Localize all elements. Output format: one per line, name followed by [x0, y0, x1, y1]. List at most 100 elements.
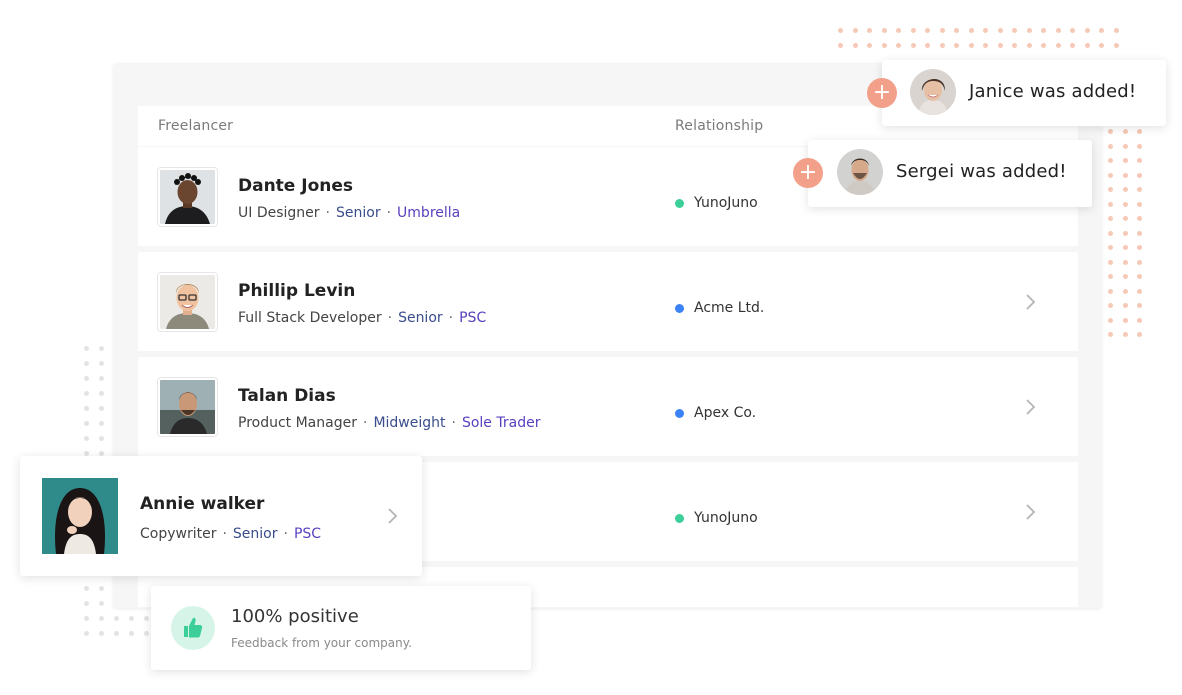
notification-text: Sergei was added! — [896, 161, 1067, 182]
freelancer-meta: Product Manager · Midweight · Sole Trader — [238, 415, 540, 431]
decorative-dot — [939, 28, 945, 33]
decorative-dot — [968, 28, 974, 33]
decorative-dot — [881, 28, 887, 33]
decorative-dot — [1137, 158, 1142, 163]
decorative-dot — [1070, 42, 1075, 48]
decorative-dot — [983, 42, 988, 48]
decorative-dot — [867, 42, 872, 48]
chevron-right-icon[interactable] — [1020, 502, 1040, 522]
freelancer-name[interactable]: Phillip Levin — [238, 281, 355, 301]
plus-icon[interactable]: + — [793, 158, 823, 188]
decorative-dot — [1108, 332, 1113, 337]
decorative-dot — [1108, 317, 1113, 323]
decorative-dot — [99, 601, 104, 606]
plus-icon[interactable]: + — [867, 78, 897, 108]
notification-sergei-added: Sergei was added! — [808, 140, 1092, 207]
decorative-dot — [1137, 216, 1142, 221]
notification-text: Janice was added! — [969, 81, 1137, 102]
avatar — [42, 478, 118, 554]
separator: · — [325, 205, 330, 221]
decorative-dot — [99, 436, 104, 441]
separator: · — [387, 310, 393, 326]
thumbs-up-icon — [171, 606, 215, 650]
decorative-dot — [954, 28, 959, 33]
role: UI Designer — [238, 205, 320, 221]
decorative-dot — [1108, 129, 1113, 134]
table-row[interactable]: Talan Dias Product Manager · Midweight · Sol… — [138, 357, 1078, 456]
freelancer-name[interactable]: Talan Dias — [238, 386, 336, 406]
avatar — [158, 378, 217, 436]
chevron-right-icon[interactable] — [382, 506, 402, 526]
decorative-dot — [1113, 42, 1119, 48]
decorative-dot — [84, 361, 89, 366]
decorative-dot — [99, 586, 104, 591]
decorative-dot — [954, 42, 959, 48]
role: Copywriter — [140, 526, 217, 542]
chevron-right-icon[interactable] — [1020, 397, 1040, 417]
decorative-dot — [84, 406, 89, 411]
decorative-dot — [1108, 288, 1113, 294]
engagement-type: Sole Trader — [461, 415, 541, 431]
decorative-dot — [1122, 230, 1128, 236]
decorative-dot — [1108, 158, 1113, 163]
decorative-dot — [1122, 303, 1128, 308]
company-name: Acme Ltd. — [694, 300, 765, 316]
decorative-dot — [1122, 288, 1128, 294]
decorative-dot — [1108, 245, 1113, 250]
decorative-dot — [1108, 201, 1113, 207]
feedback-title: 100% positive — [231, 606, 359, 627]
decorative-dot — [1137, 245, 1142, 250]
decorative-dot — [1012, 28, 1017, 33]
decorative-dot — [1122, 317, 1128, 323]
decorative-dot — [1122, 245, 1128, 250]
chevron-right-icon[interactable] — [1020, 292, 1040, 312]
decorative-dot — [1122, 172, 1128, 178]
company-name: YunoJuno — [694, 510, 758, 526]
freelancer-name[interactable]: Annie walker — [140, 494, 264, 514]
decorative-dot — [99, 406, 104, 411]
engagement-type: PSC — [293, 526, 322, 542]
decorative-dot — [838, 42, 843, 48]
decorative-dot — [925, 42, 930, 48]
column-header-freelancer: Freelancer — [158, 118, 234, 134]
decorative-dot — [1108, 172, 1113, 178]
decorative-dot — [144, 616, 149, 621]
decorative-dot — [939, 42, 945, 48]
avatar — [910, 69, 956, 115]
decorative-dot — [99, 421, 104, 426]
status-dot — [675, 408, 684, 418]
decorative-dot — [1137, 288, 1142, 294]
decorative-dot — [867, 28, 872, 33]
freelancer-meta: Copywriter · Senior · PSC — [140, 526, 321, 542]
avatar — [158, 168, 217, 226]
decorative-dot — [1108, 230, 1113, 236]
decorative-dot — [1122, 216, 1128, 221]
feedback-card: 100% positive Feedback from your company… — [151, 586, 531, 670]
company-name: Apex Co. — [694, 405, 757, 421]
decorative-dot — [968, 42, 974, 48]
decorative-dot — [84, 391, 89, 396]
decorative-dot — [1099, 28, 1104, 33]
decorative-dot — [99, 391, 104, 396]
decorative-dot — [1108, 143, 1113, 149]
decorative-dot — [896, 42, 901, 48]
decorative-dot — [1055, 42, 1061, 48]
decorative-dot — [84, 421, 89, 426]
relationship: YunoJuno — [675, 195, 758, 211]
decorative-dot — [1026, 42, 1032, 48]
decorative-dot — [1026, 28, 1032, 33]
decorative-dot — [1108, 303, 1113, 308]
freelancer-name[interactable]: Dante Jones — [238, 176, 353, 196]
table-row[interactable]: Phillip Levin Full Stack Developer · Senio… — [138, 252, 1078, 351]
decorative-dot — [99, 361, 104, 366]
decorative-dot — [1122, 332, 1128, 337]
featured-freelancer-card[interactable]: Annie walker Copywriter · Senior · PSC — [20, 456, 422, 576]
decorative-dot — [1041, 42, 1046, 48]
decorative-dot — [997, 42, 1003, 48]
decorative-dot — [1108, 216, 1113, 221]
decorative-dot — [838, 28, 843, 33]
decorative-dot — [1108, 187, 1113, 192]
separator: · — [283, 526, 288, 542]
level: Senior — [232, 526, 278, 542]
decorative-dot — [1122, 274, 1128, 279]
